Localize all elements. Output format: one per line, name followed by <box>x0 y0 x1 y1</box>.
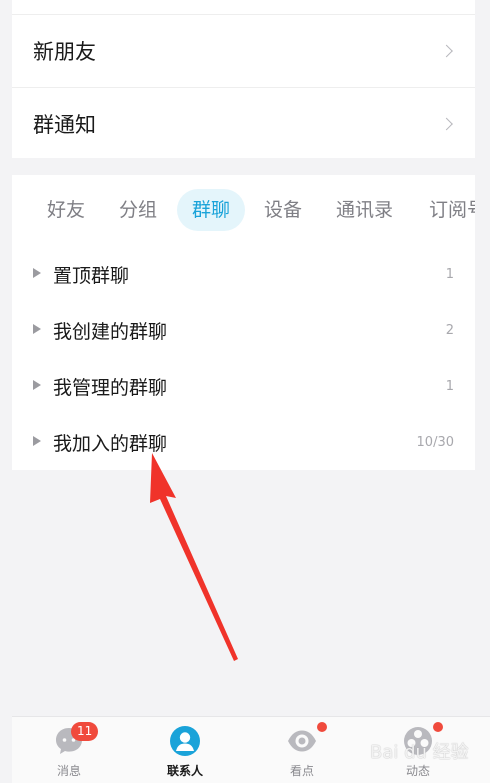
expand-triangle-icon <box>33 268 41 278</box>
notification-dot <box>433 722 443 732</box>
group-category-name: 置顶群聊 <box>53 264 130 287</box>
nav-discover[interactable]: 看点 <box>262 717 342 783</box>
group-category-count: 1 <box>445 266 454 282</box>
group-category-name: 我创建的群聊 <box>53 320 168 343</box>
chevron-right-icon <box>440 117 453 130</box>
nav-discover-label: 看点 <box>289 764 314 778</box>
group-notice-row[interactable]: 群通知 <box>12 87 475 159</box>
group-notice-label: 群通知 <box>33 112 96 137</box>
nav-messages[interactable]: 11 消息 <box>29 717 109 783</box>
new-friends-label: 新朋友 <box>33 39 96 64</box>
contacts-icon <box>170 726 200 756</box>
tab-devices[interactable]: 设备 <box>264 189 302 231</box>
notification-dot <box>317 722 327 732</box>
watermark: Bai du 经验 <box>370 742 469 763</box>
group-category-name: 我加入的群聊 <box>53 432 168 455</box>
tab-groups-category[interactable]: 分组 <box>119 189 157 231</box>
expand-triangle-icon <box>33 324 41 334</box>
nav-contacts[interactable]: 联系人 <box>145 717 225 783</box>
group-category-count: 1 <box>445 378 454 394</box>
group-category-count: 10/30 <box>416 434 454 450</box>
contacts-tabs: 好友 分组 群聊 设备 通讯录 订阅号 <box>12 189 475 231</box>
eye-icon <box>288 730 316 752</box>
expand-triangle-icon <box>33 380 41 390</box>
nav-messages-label: 消息 <box>56 764 81 778</box>
nav-moments-label: 动态 <box>405 764 430 778</box>
contacts-card: 好友 分组 群聊 设备 通讯录 订阅号 置顶群聊 1 我创建的群聊 2 我管理的… <box>12 175 475 470</box>
tab-group-chats[interactable]: 群聊 <box>177 189 245 231</box>
chevron-right-icon <box>440 44 453 57</box>
group-category-row[interactable]: 置顶群聊 1 <box>12 254 475 294</box>
group-category-name: 我管理的群聊 <box>53 376 168 399</box>
expand-triangle-icon <box>33 436 41 446</box>
group-category-count: 2 <box>445 322 454 338</box>
group-category-row[interactable]: 我加入的群聊 10/30 <box>12 422 475 462</box>
top-card: 新朋友 群通知 <box>12 0 475 158</box>
unread-badge: 11 <box>71 722 99 741</box>
tab-address-book[interactable]: 通讯录 <box>336 189 393 231</box>
tab-subscriptions[interactable]: 订阅号 <box>429 189 475 231</box>
group-category-row[interactable]: 我创建的群聊 2 <box>12 310 475 350</box>
tab-friends[interactable]: 好友 <box>47 189 85 231</box>
nav-contacts-label: 联系人 <box>166 764 203 778</box>
new-friends-row[interactable]: 新朋友 <box>12 14 475 86</box>
group-category-row[interactable]: 我管理的群聊 1 <box>12 366 475 406</box>
